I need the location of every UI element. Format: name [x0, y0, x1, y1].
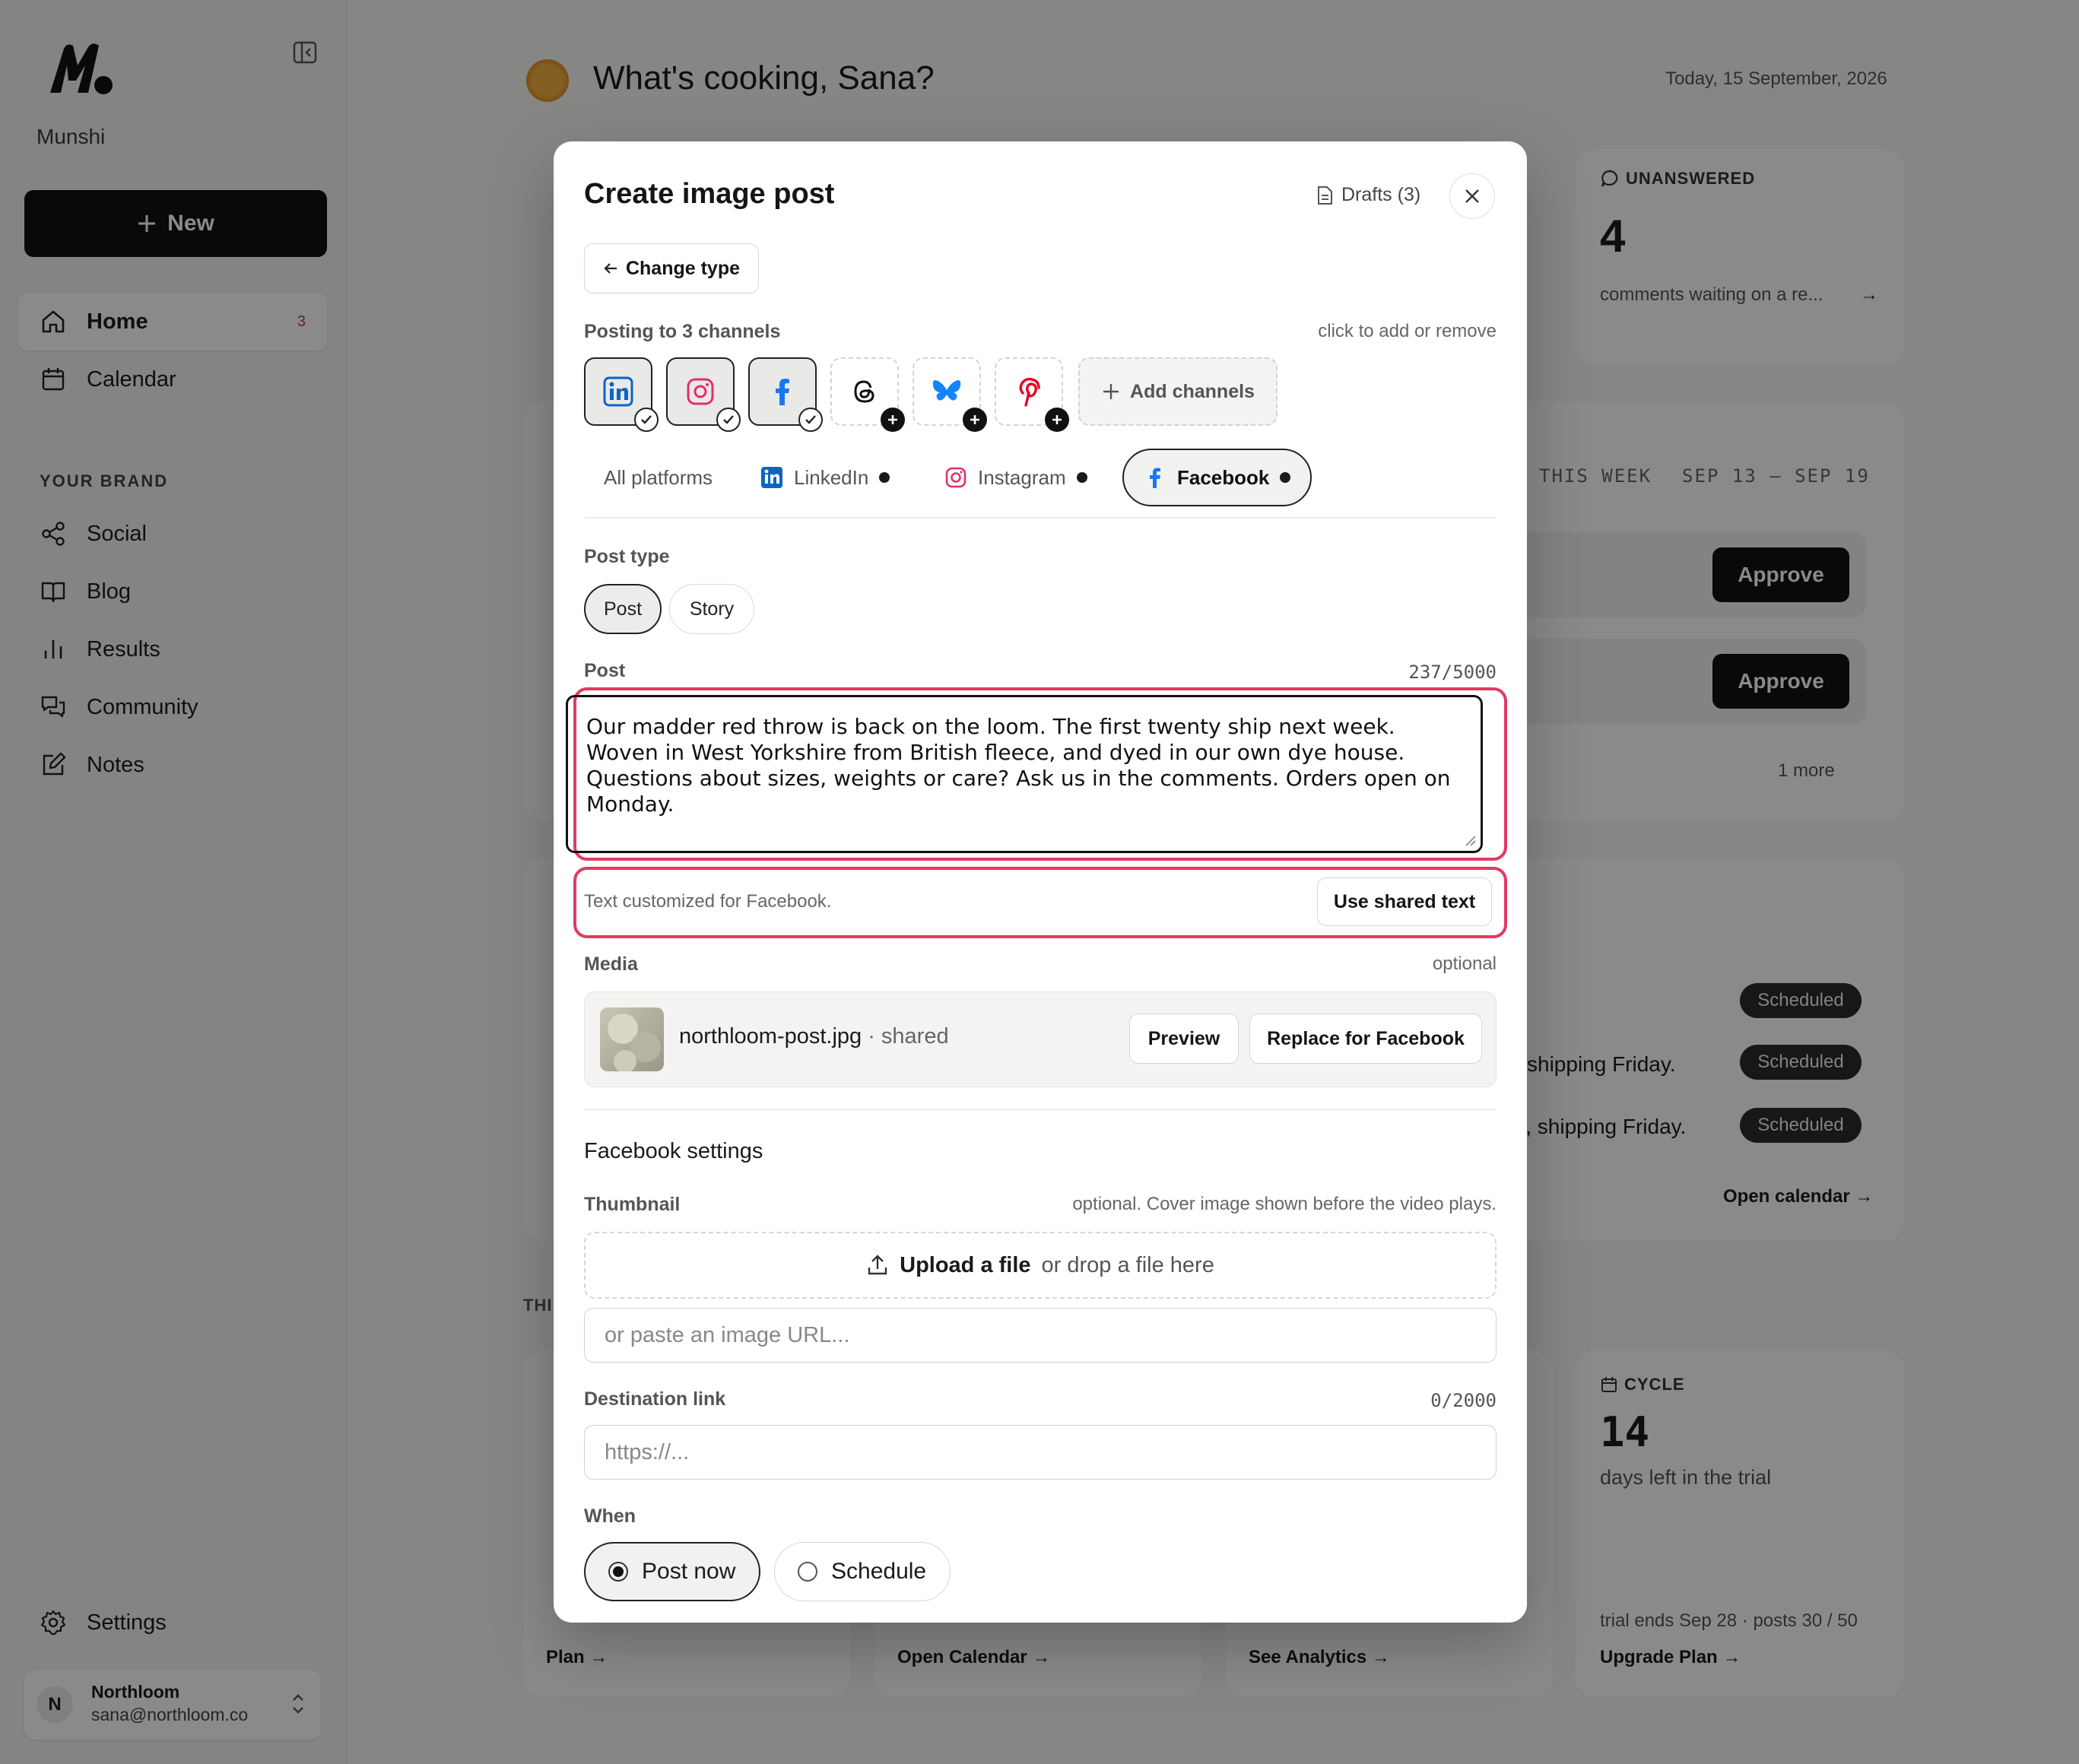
create-post-modal: Create image post Drafts (3) Change type…	[554, 141, 1527, 1623]
thumbnail-upload-dropzone[interactable]: Upload a file or drop a file here	[584, 1232, 1497, 1299]
drafts-button[interactable]: Drafts (3)	[1316, 184, 1420, 206]
linkedin-icon	[603, 376, 633, 407]
post-label: Post	[584, 660, 626, 681]
media-filename: northloom-post.jpg	[679, 1024, 862, 1049]
radio-unselected	[798, 1562, 817, 1582]
status-dot	[1280, 472, 1291, 483]
use-shared-text-button[interactable]: Use shared text	[1317, 877, 1492, 926]
drafts-label: Drafts (3)	[1341, 184, 1421, 205]
posting-label: Posting to 3 channels	[584, 321, 781, 342]
tab-instagram[interactable]: Instagram	[944, 449, 1087, 506]
instagram-icon	[944, 466, 967, 489]
linkedin-icon	[760, 466, 783, 489]
close-button[interactable]	[1449, 173, 1495, 219]
add-channels-label: Add channels	[1130, 380, 1255, 402]
check-icon	[634, 408, 659, 432]
schedule-option[interactable]: Schedule	[774, 1542, 951, 1601]
posting-hint: click to add or remove	[1318, 321, 1497, 341]
facebook-settings-heading: Facebook settings	[584, 1139, 763, 1163]
image-url-input[interactable]: or paste an image URL...	[584, 1308, 1497, 1363]
schedule-label: Schedule	[831, 1559, 927, 1584]
tab-label: Instagram	[978, 465, 1066, 489]
tab-linkedin[interactable]: LinkedIn	[760, 449, 890, 506]
channel-linkedin[interactable]	[584, 357, 659, 432]
modal-title: Create image post	[584, 178, 835, 210]
destination-link-label: Destination link	[584, 1388, 726, 1410]
channel-pinterest[interactable]	[995, 357, 1069, 432]
post-type-post[interactable]: Post	[584, 584, 662, 634]
plus-icon	[963, 408, 987, 432]
divider	[584, 1109, 1497, 1110]
radio-selected	[608, 1562, 628, 1582]
tab-label: Facebook	[1177, 465, 1270, 489]
media-label: Media	[584, 953, 638, 975]
customized-note: Text customized for Facebook.	[584, 891, 832, 912]
close-icon	[1464, 188, 1481, 205]
plus-icon	[881, 408, 905, 432]
document-icon	[1316, 186, 1334, 205]
upload-hint: or drop a file here	[1041, 1252, 1214, 1277]
media-thumbnail	[600, 1007, 664, 1071]
resize-handle-icon[interactable]	[1463, 833, 1477, 847]
threads-icon	[851, 378, 878, 405]
channel-instagram[interactable]	[666, 357, 741, 432]
divider	[584, 517, 1497, 519]
destination-char-count: 0/2000	[1430, 1390, 1497, 1411]
destination-link-input[interactable]: https://...	[584, 1425, 1497, 1480]
facebook-icon	[1144, 466, 1166, 489]
media-hint: optional	[1432, 953, 1497, 974]
channel-facebook[interactable]	[748, 357, 823, 432]
add-channels-button[interactable]: Add channels	[1078, 357, 1278, 426]
plus-icon	[1101, 382, 1121, 401]
check-icon	[798, 408, 823, 432]
check-icon	[716, 408, 741, 432]
thumbnail-label: Thumbnail	[584, 1194, 681, 1215]
when-label: When	[584, 1505, 636, 1527]
upload-icon	[866, 1254, 889, 1277]
status-dot	[879, 472, 890, 483]
bluesky-icon	[932, 378, 962, 405]
tab-all-platforms[interactable]: All platforms	[604, 449, 713, 506]
pinterest-icon	[1015, 376, 1043, 407]
post-now-label: Post now	[642, 1559, 736, 1584]
replace-media-button[interactable]: Replace for Facebook	[1249, 1014, 1482, 1064]
post-textarea[interactable]: Our madder red throw is back on the loom…	[566, 695, 1483, 853]
tab-label: All platforms	[604, 465, 713, 489]
media-item: northloom-post.jpg · shared Preview Repl…	[584, 991, 1497, 1087]
post-type-label: Post type	[584, 546, 670, 567]
plus-icon	[1045, 408, 1069, 432]
change-type-label: Change type	[625, 257, 741, 279]
status-dot	[1076, 472, 1087, 483]
facebook-icon	[767, 376, 798, 407]
channel-threads[interactable]	[830, 357, 905, 432]
post-now-option[interactable]: Post now	[584, 1542, 760, 1601]
post-char-count: 237/5000	[1408, 662, 1497, 683]
channel-bluesky[interactable]	[913, 357, 987, 432]
media-file: northloom-post.jpg · shared	[679, 1024, 949, 1049]
arrow-left-icon	[603, 262, 618, 275]
tab-label: LinkedIn	[794, 465, 869, 489]
upload-label: Upload a file	[900, 1252, 1031, 1277]
post-type-story[interactable]: Story	[669, 584, 754, 634]
preview-button[interactable]: Preview	[1129, 1014, 1239, 1064]
thumbnail-hint: optional. Cover image shown before the v…	[1072, 1194, 1497, 1214]
change-type-button[interactable]: Change type	[584, 243, 759, 293]
instagram-icon	[685, 376, 716, 407]
tab-facebook[interactable]: Facebook	[1122, 449, 1312, 506]
media-shared-tag: · shared	[868, 1024, 949, 1049]
